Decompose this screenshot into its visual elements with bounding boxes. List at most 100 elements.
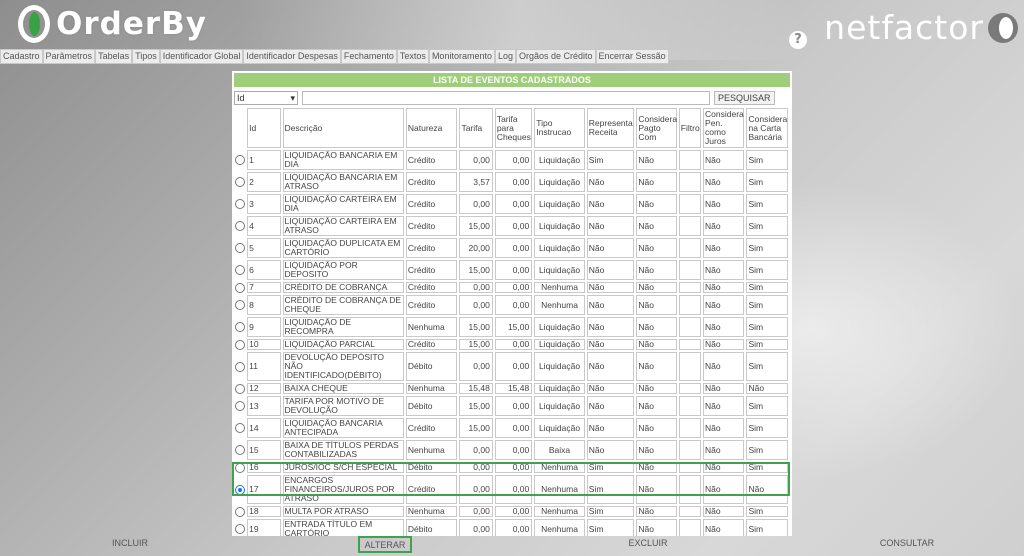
cell-carta: Sim <box>746 352 788 381</box>
column-header[interactable]: Natureza <box>405 108 458 148</box>
row-select-radio[interactable] <box>234 383 245 394</box>
menu-item-org-os-de-cr-dito[interactable]: Orgãos de Crédito <box>516 49 596 64</box>
column-header[interactable]: Representa Receita <box>586 108 635 148</box>
cell-carta: Sim <box>746 317 788 337</box>
cell-filtro <box>678 418 702 438</box>
table-row[interactable]: 18 MULTA POR ATRASO Nenhuma 0,00 0,00 Nenhuma… <box>234 506 788 517</box>
table-row[interactable]: 15 BAIXA DE TÍTULOS PERDAS CONTABILIZADAS… <box>234 440 788 460</box>
help-icon[interactable]: ? <box>789 31 807 49</box>
table-row[interactable]: 1 LIQUIDAÇÃO BANCARIA EM DIA Crédito 0,00 0,… <box>234 150 788 170</box>
menu-item-identificador-despesas[interactable]: Identificador Despesas <box>243 49 341 64</box>
cell-rec: Sim <box>586 506 635 517</box>
row-radio-cell <box>234 194 245 214</box>
table-row[interactable]: 16 JUROS/IOC S/CH ESPECIAL Débito 0,00 0,00 N… <box>234 462 788 473</box>
table-row[interactable]: 2 LIQUIDAÇÃO BANCARIA EM ATRASO Crédito 3,5… <box>234 172 788 192</box>
row-select-radio[interactable] <box>234 462 245 473</box>
menu-item-fechamento[interactable]: Fechamento <box>340 49 397 64</box>
row-select-radio[interactable] <box>234 484 245 495</box>
column-header[interactable]: Considera Pen. como Juros <box>703 108 745 148</box>
row-select-radio[interactable] <box>234 339 245 350</box>
column-header[interactable]: Descrição <box>282 108 404 148</box>
cell-rec: Não <box>586 238 635 258</box>
cell-pagto: Não <box>636 418 677 438</box>
cell-tcheq: 0,00 <box>494 172 533 192</box>
row-select-radio[interactable] <box>234 155 245 165</box>
row-select-radio[interactable] <box>234 401 245 411</box>
table-row[interactable]: 5 LIQUIDAÇÃO DUPLICATA EM CARTÓRIO Crédito… <box>234 238 788 258</box>
cell-id: 19 <box>247 519 281 536</box>
menu-item-textos[interactable]: Textos <box>396 49 429 64</box>
cell-nat: Débito <box>405 462 458 473</box>
row-radio-cell <box>234 282 245 293</box>
table-row[interactable]: 17 ENCARGOS FINANCEIROS/JUROS POR ATRASO C… <box>234 475 788 504</box>
search-input[interactable] <box>302 91 710 105</box>
column-header[interactable]: Considera na Carta Bancária <box>746 108 788 148</box>
menu-item-monitoramento[interactable]: Monitoramento <box>428 49 495 64</box>
table-row[interactable]: 12 BAIXA CHEQUE Nenhuma 15,48 15,48 Liquidaçã… <box>234 383 788 394</box>
cell-tcheq: 15,00 <box>494 317 533 337</box>
cell-rec: Sim <box>586 519 635 536</box>
cell-tarifa: 0,00 <box>459 194 493 214</box>
search-button[interactable]: PESQUISAR <box>714 91 775 105</box>
table-row[interactable]: 9 LIQUIDAÇÃO DE RECOMPRA Nenhuma 15,00 15,00… <box>234 317 788 337</box>
table-row[interactable]: 11 DEVOLUÇÃO DEPÓSITO NÃO IDENTIFICADO(DÉ… <box>234 352 788 381</box>
table-row[interactable]: 8 CRÉDITO DE COBRANÇA DE CHEQUE Crédito 0,0… <box>234 295 788 315</box>
cell-pagto: Não <box>636 194 677 214</box>
table-row[interactable]: 6 LIQUIDAÇÃO POR DEPOSITO Crédito 15,00 0,00… <box>234 260 788 280</box>
row-select-radio[interactable] <box>234 506 245 517</box>
incluir-button[interactable]: INCLUIR <box>100 536 160 553</box>
cell-desc: LIQUIDAÇÃO PARCIAL <box>282 339 404 350</box>
row-select-radio[interactable] <box>234 524 245 534</box>
row-select-radio[interactable] <box>234 282 245 293</box>
cell-desc: CRÉDITO DE COBRANÇA <box>282 282 404 293</box>
row-radio-cell <box>234 462 245 473</box>
column-header[interactable]: Considera Pagto Com <box>636 108 677 148</box>
menu-item-cadastro[interactable]: Cadastro <box>0 49 43 64</box>
cell-tipo: Liquidação <box>534 383 585 394</box>
row-select-radio[interactable] <box>234 445 245 455</box>
column-header[interactable]: Tarifa <box>459 108 493 148</box>
table-row[interactable]: 7 CRÉDITO DE COBRANÇA Crédito 0,00 0,00 Nenhu… <box>234 282 788 293</box>
column-header[interactable]: Tipo Instrucao <box>534 108 585 148</box>
row-select-radio[interactable] <box>234 423 245 433</box>
table-row[interactable]: 13 TARIFA POR MOTIVO DE DEVOLUÇÃO Débito 15… <box>234 396 788 416</box>
table-row[interactable]: 10 LIQUIDAÇÃO PARCIAL Crédito 15,00 0,00 Liqu… <box>234 339 788 350</box>
cell-nat: Crédito <box>405 295 458 315</box>
cell-juros: Não <box>703 295 745 315</box>
cell-desc: LIQUIDAÇÃO CARTEIRA EM ATRASO <box>282 216 404 236</box>
consultar-button[interactable]: CONSULTAR <box>870 536 944 553</box>
row-select-radio[interactable] <box>234 265 245 275</box>
row-select-radio[interactable] <box>234 361 245 372</box>
row-select-radio[interactable] <box>234 177 245 187</box>
column-header[interactable]: Tarifa para Cheques <box>494 108 533 148</box>
column-header[interactable]: Filtro <box>678 108 702 148</box>
menu-item-tabelas[interactable]: Tabelas <box>95 49 133 64</box>
menu-item-identificador-global[interactable]: Identificador Global <box>159 49 244 64</box>
row-select-radio[interactable] <box>234 322 245 332</box>
table-row[interactable]: 19 ENTRADA TÍTULO EM CARTÓRIO Débito 0,00 0,… <box>234 519 788 536</box>
search-field-select[interactable]: Id ▾ <box>234 91 298 105</box>
cell-id: 13 <box>247 396 281 416</box>
cell-rec: Não <box>586 383 635 394</box>
row-select-radio[interactable] <box>234 221 245 231</box>
row-radio-cell <box>234 295 245 315</box>
row-radio-cell <box>234 339 245 350</box>
excluir-button[interactable]: EXCLUIR <box>618 536 678 553</box>
column-header[interactable]: Id <box>247 108 281 148</box>
row-select-radio[interactable] <box>234 199 245 209</box>
cell-nat: Crédito <box>405 339 458 350</box>
table-row[interactable]: 4 LIQUIDAÇÃO CARTEIRA EM ATRASO Crédito 15,… <box>234 216 788 236</box>
menu-item-log[interactable]: Log <box>494 49 516 64</box>
row-select-radio[interactable] <box>234 300 245 310</box>
cell-tcheq: 0,00 <box>494 282 533 293</box>
alterar-button[interactable]: ALTERAR <box>358 536 412 553</box>
row-radio-cell <box>234 260 245 280</box>
menu-item-tipos[interactable]: Tipos <box>132 49 160 64</box>
table-row[interactable]: 3 LIQUIDAÇÃO CARTEIRA EM DIA Crédito 0,00 0,… <box>234 194 788 214</box>
row-select-radio[interactable] <box>234 243 245 253</box>
menu-item-par-metros[interactable]: Parâmetros <box>42 49 96 64</box>
menu-item-encerrar-sess-o[interactable]: Encerrar Sessão <box>595 49 669 64</box>
cell-pagto: Não <box>636 506 677 517</box>
cell-id: 8 <box>247 295 281 315</box>
table-row[interactable]: 14 LIQUIDAÇÃO BANCARIA ANTECIPADA Crédito 1… <box>234 418 788 438</box>
